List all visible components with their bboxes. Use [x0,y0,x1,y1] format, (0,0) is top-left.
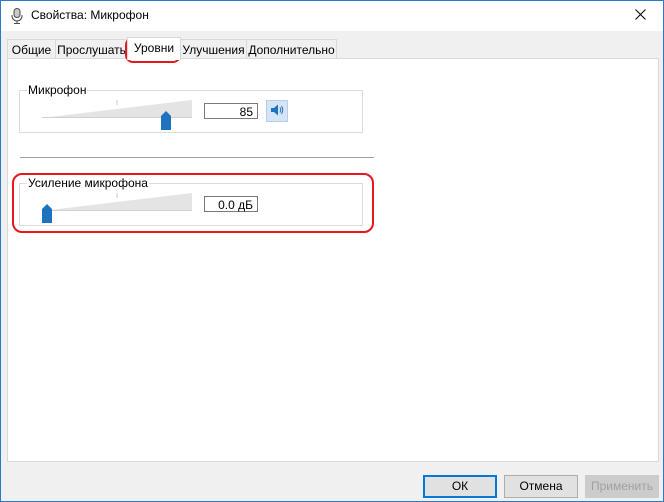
microphone-slider-thumb[interactable] [161,111,171,130]
title-bar[interactable]: Свойства: Микрофон [1,1,663,31]
window-title: Свойства: Микрофон [31,8,149,22]
tab-advanced[interactable]: Дополнительно [246,39,337,58]
levels-panel: Микрофон 85 Усиление микрофона 0.0 дБ [7,58,659,462]
tab-strip: Общие Прослушать Уровни Улучшения Дополн… [7,37,659,60]
tab-levels[interactable]: Уровни [127,37,181,60]
ok-button[interactable]: ОК [423,475,497,498]
microphone-group-label: Микрофон [27,83,88,97]
mute-button[interactable] [266,100,288,122]
tab-enhancements[interactable]: Улучшения [180,39,247,58]
tab-general[interactable]: Общие [7,39,56,58]
tab-listen[interactable]: Прослушать [55,39,128,58]
dialog-window: Свойства: Микрофон Общие Прослушать Уров… [0,0,664,502]
microphone-icon [10,8,24,24]
microphone-group: Микрофон 85 [19,83,363,133]
speaker-icon [270,104,284,119]
microphone-level-slider[interactable] [42,100,192,130]
microphone-level-value[interactable]: 85 [204,103,258,119]
close-icon [634,9,646,23]
separator-line [20,157,374,158]
boost-group-highlight [12,173,374,233]
apply-button[interactable]: Применить [585,475,659,498]
close-button[interactable] [617,1,663,31]
cancel-button[interactable]: Отмена [504,475,578,498]
